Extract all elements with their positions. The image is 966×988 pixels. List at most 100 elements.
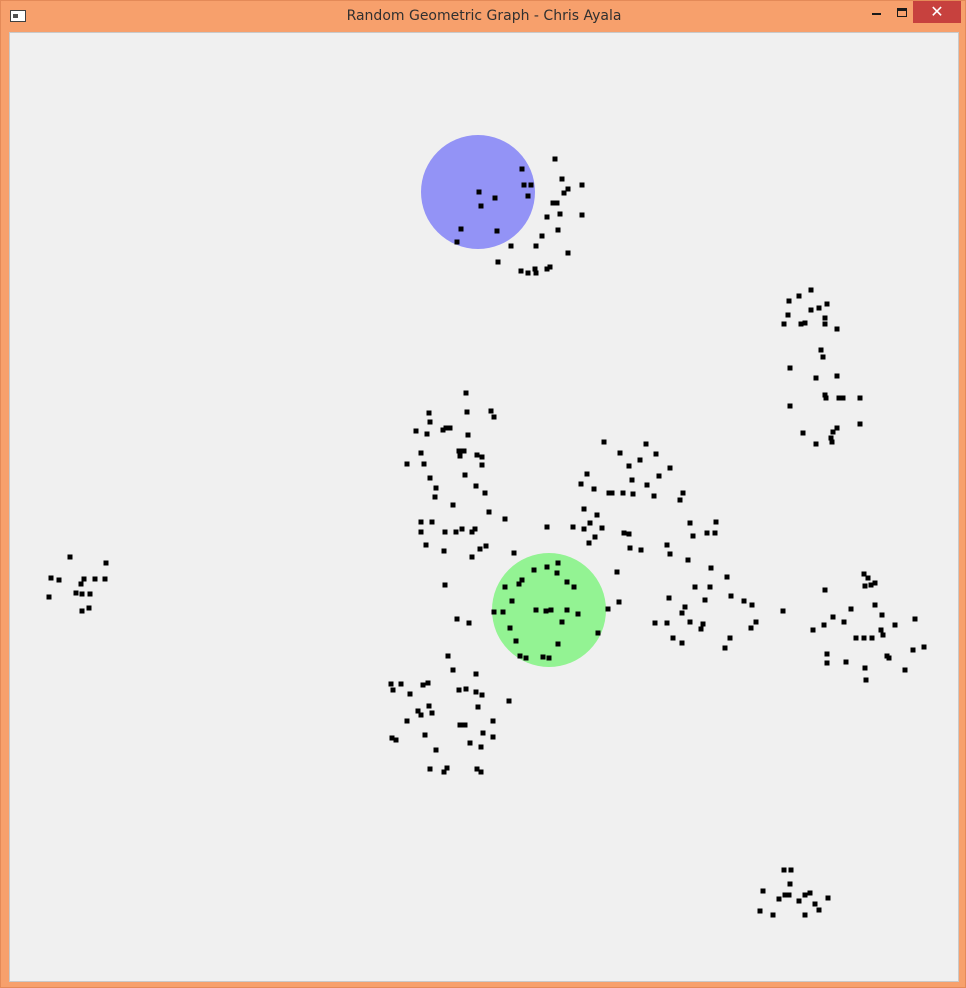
graph-node [479, 462, 485, 468]
graph-node [393, 737, 399, 743]
graph-node [555, 641, 561, 647]
graph-node [469, 554, 475, 560]
graph-node [591, 486, 597, 492]
graph-node [78, 581, 84, 587]
minimize-icon [871, 13, 881, 15]
graph-node [441, 548, 447, 554]
maximize-button[interactable] [889, 1, 915, 23]
graph-node [548, 607, 554, 613]
graph-node [652, 620, 658, 626]
graph-node [707, 584, 713, 590]
graph-node [810, 627, 816, 633]
graph-node [592, 534, 598, 540]
graph-node [457, 722, 463, 728]
graph-node [798, 321, 804, 327]
close-button[interactable]: ✕ [913, 1, 961, 23]
graph-node [525, 270, 531, 276]
graph-node [802, 892, 808, 898]
graph-node [544, 214, 550, 220]
graph-node [508, 243, 514, 249]
graph-node [559, 619, 565, 625]
maximize-icon [897, 7, 907, 17]
graph-node [56, 577, 62, 583]
graph-node [457, 453, 463, 459]
graph-node [843, 659, 849, 665]
graph-node [776, 896, 782, 902]
graph-node [841, 619, 847, 625]
graph-node [786, 298, 792, 304]
graph-node [879, 612, 885, 618]
graph-node [712, 530, 718, 536]
graph-node [679, 610, 685, 616]
graph-node [626, 531, 632, 537]
app-icon[interactable] [10, 10, 26, 22]
graph-node [464, 409, 470, 415]
graph-node [81, 576, 87, 582]
graph-node [822, 321, 828, 327]
graph-node [825, 895, 831, 901]
graph-node [637, 457, 643, 463]
graph-node [813, 375, 819, 381]
graph-node [666, 595, 672, 601]
graph-node [502, 516, 508, 522]
graph-node [700, 621, 706, 627]
app-window: Random Geometric Graph - Chris Ayala ✕ [0, 0, 966, 988]
graph-node [770, 912, 776, 918]
graph-node [461, 448, 467, 454]
graph-node [704, 530, 710, 536]
graph-canvas[interactable] [9, 32, 959, 982]
graph-node [912, 616, 918, 622]
graph-node [407, 691, 413, 697]
graph-node [466, 620, 472, 626]
graph-node [418, 450, 424, 456]
graph-node [869, 635, 875, 641]
graph-node [463, 686, 469, 692]
graph-node [473, 689, 479, 695]
window-title: Random Geometric Graph - Chris Ayala [346, 8, 622, 24]
close-icon: ✕ [930, 2, 944, 21]
graph-node [670, 635, 676, 641]
graph-node [698, 626, 704, 632]
graph-node [486, 509, 492, 515]
graph-node [878, 627, 884, 633]
graph-node [465, 432, 471, 438]
graph-node [554, 200, 560, 206]
graph-node [474, 452, 480, 458]
graph-node [495, 259, 501, 265]
graph-node [87, 591, 93, 597]
graph-node [620, 490, 626, 496]
graph-node [418, 529, 424, 535]
graph-node [760, 888, 766, 894]
graph-node [544, 266, 550, 272]
graph-node [521, 182, 527, 188]
graph-node [807, 890, 813, 896]
graph-node [564, 579, 570, 585]
graph-node [490, 718, 496, 724]
graph-node [474, 766, 480, 772]
title-bar[interactable]: Random Geometric Graph - Chris Ayala ✕ [1, 1, 966, 31]
graph-node [483, 543, 489, 549]
graph-node [454, 616, 460, 622]
graph-node [456, 448, 462, 454]
graph-node [488, 408, 494, 414]
graph-node [586, 540, 592, 546]
graph-node [557, 211, 563, 217]
graph-node [653, 451, 659, 457]
graph-node [46, 594, 52, 600]
graph-node [579, 212, 585, 218]
graph-svg [46, 135, 927, 918]
graph-node [418, 712, 424, 718]
graph-node [454, 239, 460, 245]
graph-node [424, 431, 430, 437]
graph-node [656, 473, 662, 479]
graph-node [785, 312, 791, 318]
graph-node [421, 461, 427, 467]
graph-node [469, 529, 475, 535]
graph-node [741, 598, 747, 604]
graph-node [506, 698, 512, 704]
graph-node [450, 667, 456, 673]
graph-node [816, 305, 822, 311]
graph-node [531, 567, 537, 573]
minimize-button[interactable] [863, 1, 889, 23]
graph-node [595, 630, 601, 636]
